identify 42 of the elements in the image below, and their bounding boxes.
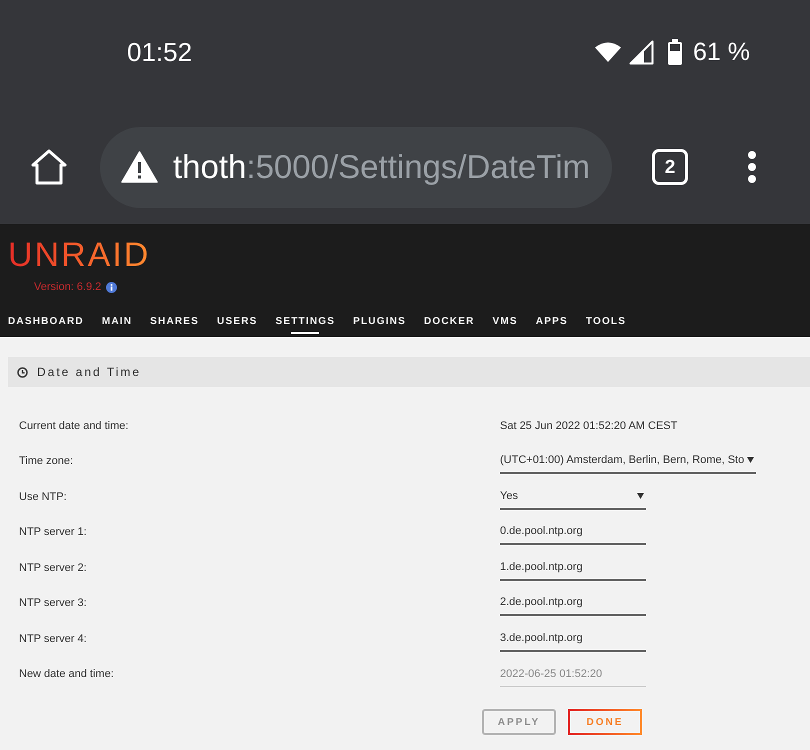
nav-tab[interactable]: USERS: [217, 315, 258, 334]
tab-switcher-button[interactable]: 2: [652, 149, 688, 185]
nav-tab[interactable]: SETTINGS: [276, 315, 336, 334]
field-label: Current date and time:: [19, 418, 130, 434]
version-text: Version: 6.9.2: [34, 280, 102, 294]
home-icon[interactable]: [31, 149, 67, 185]
field-label: New date and time:: [19, 667, 115, 682]
text-field[interactable]: 2.de.pool.ntp.org: [500, 590, 646, 616]
warning-icon: [121, 151, 158, 183]
battery-icon: [668, 39, 682, 65]
field-label: Use NTP:: [19, 490, 68, 504]
clock-time: 01:52: [127, 37, 192, 67]
section-title: Date and Time: [37, 364, 142, 381]
field-label: Time zone:: [19, 454, 74, 469]
nav-tab[interactable]: VMS: [492, 315, 518, 334]
text-field[interactable]: 0.de.pool.ntp.org: [500, 519, 646, 546]
nav-tab[interactable]: APPS: [536, 315, 568, 334]
text-field[interactable]: 3.de.pool.ntp.org: [500, 626, 646, 652]
caret-icon: [747, 457, 754, 464]
nav-tab[interactable]: MAIN: [102, 315, 132, 334]
dropdown-field[interactable]: Yes: [500, 484, 646, 510]
text-field[interactable]: 1.de.pool.ntp.org: [500, 554, 646, 581]
menu-icon[interactable]: [745, 150, 759, 184]
url-text: thoth:5000/Settings/DateTim: [173, 147, 590, 187]
nav-tab[interactable]: DOCKER: [424, 315, 475, 334]
field-label: NTP server 2:: [19, 560, 88, 576]
address-bar[interactable]: thoth:5000/Settings/DateTim: [100, 126, 612, 208]
wifi-icon: [595, 42, 622, 62]
caret-icon: [637, 492, 644, 499]
nav-tab[interactable]: TOOLS: [586, 315, 626, 334]
info-icon[interactable]: [106, 282, 118, 292]
clock-icon: [17, 366, 28, 378]
battery-percent: 61 %: [693, 37, 750, 67]
field-label: NTP server 1:: [19, 525, 88, 540]
field-label: NTP server 4:: [19, 632, 88, 646]
value-text: Sat 25 Jun 2022 01:52:20 AM CEST: [500, 418, 678, 434]
field-label: NTP server 3:: [19, 596, 88, 611]
signal-icon: [629, 40, 654, 64]
nav-tab[interactable]: SHARES: [150, 315, 200, 334]
nav-tab[interactable]: PLUGINS: [353, 315, 406, 334]
dropdown-field[interactable]: (UTC+01:00) Amsterdam, Berlin, Bern, Rome, Sto: [500, 448, 756, 474]
nav-tab[interactable]: DASHBOARD: [8, 315, 84, 334]
